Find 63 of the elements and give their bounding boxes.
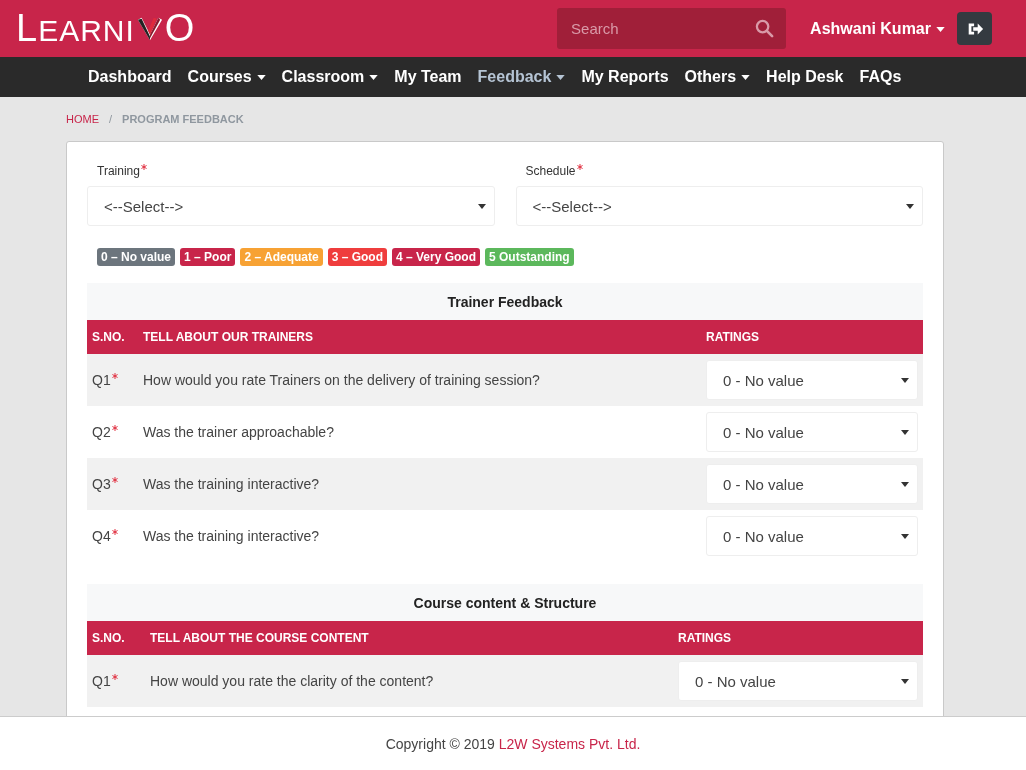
caret-icon: [901, 533, 909, 539]
rating-select[interactable]: 0 - No value: [706, 464, 918, 504]
column-header: TELL ABOUT OUR TRAINERS: [143, 330, 314, 344]
rating-badge: 3 – Good: [327, 248, 387, 266]
nav-item[interactable]: Help Desk: [758, 68, 852, 86]
section-title: Course content & Structure: [87, 584, 923, 621]
rating-select[interactable]: 0 - No value: [706, 412, 918, 452]
rating-select[interactable]: 0 - No value: [706, 360, 918, 400]
caret-icon: [901, 481, 909, 487]
question-number: Q3: [92, 476, 111, 492]
question-text: How would you rate Trainers on the delivery of training session?: [143, 372, 540, 388]
nav-item[interactable]: Dashboard: [80, 68, 180, 86]
column-header: RATINGS: [706, 330, 761, 344]
rating-select[interactable]: 0 - No value: [706, 516, 918, 556]
logo[interactable]: LEARNI O: [16, 7, 196, 50]
question-number: Q2: [92, 424, 111, 440]
logo-text: O: [164, 7, 196, 50]
breadcrumb-separator: /: [109, 113, 113, 125]
nav-item[interactable]: Courses: [179, 68, 274, 86]
rating-badge: 1 – Poor: [180, 248, 236, 266]
nav-item[interactable]: Classroom: [273, 68, 387, 86]
nav-item[interactable]: Others: [676, 68, 759, 86]
question-number: Q1: [92, 673, 111, 689]
caret-icon: [901, 377, 909, 383]
nav-item[interactable]: My Team: [386, 68, 470, 86]
caret-icon: [936, 26, 945, 32]
book-icon: [135, 15, 164, 42]
caret-icon: [906, 203, 914, 209]
rating-badge: 4 – Very Good: [392, 248, 481, 266]
caret-icon: [901, 678, 909, 684]
copyright-text: Copyright © 2019 L2W Systems Pvt. Ltd.: [385, 735, 641, 752]
nav-item[interactable]: FAQs: [851, 68, 910, 86]
logout-button[interactable]: [957, 12, 992, 45]
question-number: Q4: [92, 528, 111, 544]
rating-select[interactable]: 0 - No value: [678, 661, 918, 701]
column-header: S.NO.: [91, 631, 126, 645]
question-text: How would you rate the clarity of the content?: [150, 673, 434, 689]
column-header: S.NO.: [91, 330, 126, 344]
search-field[interactable]: Search: [557, 8, 787, 49]
select-field[interactable]: <--Select-->: [515, 186, 923, 226]
question-text: Was the training interactive?: [143, 476, 320, 492]
column-header: TELL ABOUT THE COURSE CONTENT: [150, 631, 370, 645]
search-icon[interactable]: [755, 19, 775, 38]
field-label: Schedule: [525, 164, 576, 178]
nav-item[interactable]: Feedback: [469, 68, 574, 86]
breadcrumb-item[interactable]: HOME: [66, 113, 99, 125]
column-header: RATINGS: [678, 631, 733, 645]
caret-icon: [477, 203, 486, 209]
company-link[interactable]: L2W Systems Pvt. Ltd.: [498, 735, 641, 752]
section-title: Trainer Feedback: [87, 283, 923, 320]
nav-item[interactable]: My Reports: [573, 68, 677, 86]
rating-badge: 0 – No value: [97, 248, 176, 266]
caret-icon: [901, 429, 909, 435]
question-text: Was the trainer approachable?: [143, 424, 334, 440]
breadcrumb-item: PROGRAM FEEDBACK: [122, 113, 244, 125]
field-label: Training: [97, 164, 140, 178]
rating-badge: 2 – Adequate: [240, 248, 323, 266]
logo-text: LEARNI: [16, 7, 135, 50]
question-number: Q1: [92, 372, 111, 388]
user-menu[interactable]: Ashwani Kumar: [810, 19, 945, 38]
select-field[interactable]: <--Select-->: [87, 186, 495, 226]
rating-badge: 5 Outstanding: [485, 248, 574, 266]
question-text: Was the training interactive?: [143, 528, 320, 544]
